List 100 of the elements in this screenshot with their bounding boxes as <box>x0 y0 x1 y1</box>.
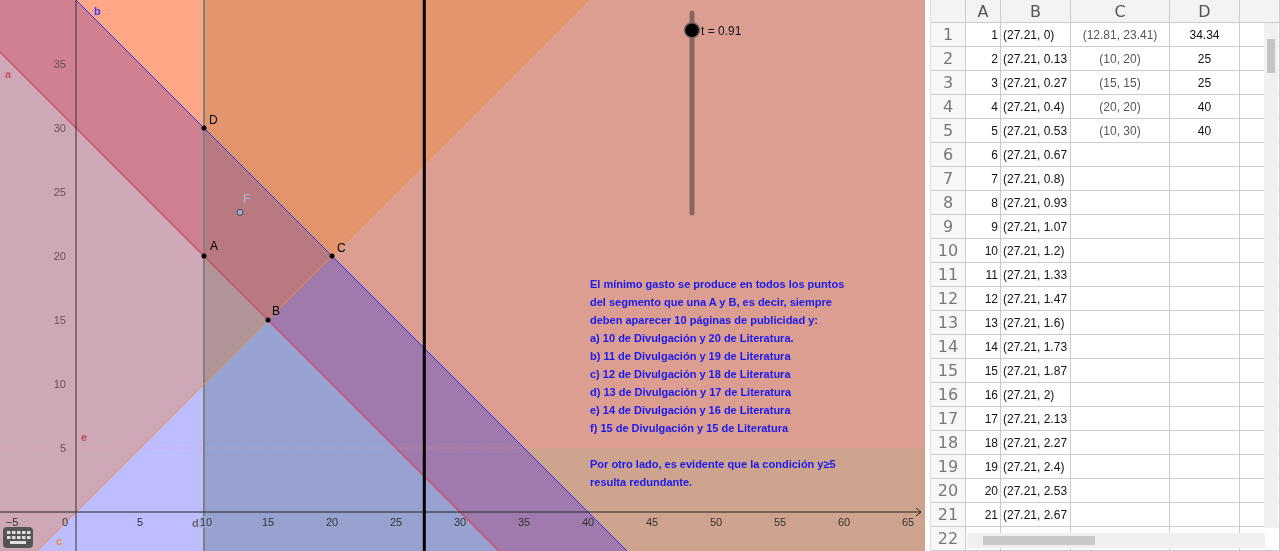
empty-cell <box>1170 455 1240 479</box>
table-cell: 14 <box>966 335 1001 359</box>
row-header[interactable]: 3 <box>931 71 966 95</box>
table-cell: (27.21, 0.67 <box>1001 143 1071 167</box>
table-cell: 17 <box>966 407 1001 431</box>
point-label: B <box>272 304 280 318</box>
empty-cell <box>1170 239 1240 263</box>
axis-tick-label: 65 <box>901 516 915 528</box>
table-cell: 19 <box>966 455 1001 479</box>
table-cell: 15 <box>966 359 1001 383</box>
table-cell: (27.21, 2.67 <box>1001 503 1071 527</box>
empty-cell <box>1170 479 1240 503</box>
empty-cell <box>1170 191 1240 215</box>
point-marker[interactable] <box>236 208 244 216</box>
table-cell: (27.21, 0.4) <box>1001 95 1071 119</box>
table-cell: (12.81, 23.41) <box>1071 23 1170 47</box>
keyboard-icon[interactable] <box>3 527 33 548</box>
table-cell: 1 <box>966 23 1001 47</box>
line-label: c <box>56 535 63 547</box>
axis-tick-label: 5 <box>136 516 144 528</box>
empty-cell <box>1170 287 1240 311</box>
table-cell: (27.21, 2) <box>1001 383 1071 407</box>
table-cell: (20, 20) <box>1071 95 1170 119</box>
table-cell: 11 <box>966 263 1001 287</box>
axis-tick-label: 5 <box>59 442 66 454</box>
row-header[interactable]: 1 <box>931 23 966 47</box>
point-marker[interactable] <box>201 253 207 259</box>
row-header[interactable]: 8 <box>931 191 966 215</box>
table-cell: 9 <box>966 215 1001 239</box>
note-text: del segmento que una A y B, es decir, siempre <box>590 296 832 308</box>
row-header[interactable]: 22 <box>931 527 966 551</box>
row-header[interactable]: 9 <box>931 215 966 239</box>
note-text: a) 10 de Divulgación y 20 de Literatura. <box>590 332 794 344</box>
horizontal-scrollbar[interactable] <box>967 533 1265 548</box>
table-cell: 8 <box>966 191 1001 215</box>
empty-cell <box>1170 335 1240 359</box>
row-header[interactable]: 18 <box>931 431 966 455</box>
slider-thumb[interactable] <box>683 21 701 39</box>
row-header[interactable]: 4 <box>931 95 966 119</box>
axis-tick-label: 30 <box>453 516 467 528</box>
row-header[interactable]: 2 <box>931 47 966 71</box>
axis-tick-label: 30 <box>53 122 66 134</box>
table-cell: (27.21, 2.27 <box>1001 431 1071 455</box>
axis-tick-label: 35 <box>517 516 531 528</box>
note-text: b) 11 de Divulgación y 19 de Literatura <box>590 350 791 362</box>
table-cell: (27.21, 2.53 <box>1001 479 1071 503</box>
table-cell: 7 <box>966 167 1001 191</box>
row-header[interactable]: 14 <box>931 335 966 359</box>
note-text: f) 15 de Divulgación y 15 de Literatura <box>590 422 789 434</box>
axis-tick-label: 20 <box>53 250 66 262</box>
axis-tick-label: 25 <box>53 186 66 198</box>
table-cell: (27.21, 1.07 <box>1001 215 1071 239</box>
table-cell: (27.21, 1.73 <box>1001 335 1071 359</box>
point-marker[interactable] <box>201 125 207 131</box>
table-cell: 16 <box>966 383 1001 407</box>
line-label: e <box>81 431 88 443</box>
row-header[interactable]: 5 <box>931 119 966 143</box>
column-header[interactable]: C <box>1071 0 1170 23</box>
row-header[interactable]: 17 <box>931 407 966 431</box>
row-header[interactable]: 13 <box>931 311 966 335</box>
row-header[interactable]: 11 <box>931 263 966 287</box>
table-cell: 20 <box>966 479 1001 503</box>
line-label: b <box>94 5 101 17</box>
column-header[interactable]: A <box>966 0 1001 23</box>
row-header[interactable]: 7 <box>931 167 966 191</box>
note-text: El mínimo gasto se produce en todos los puntos <box>590 278 845 290</box>
axis-tick-label: 45 <box>645 516 659 528</box>
axis-tick-label: 35 <box>53 58 66 70</box>
point-marker[interactable] <box>329 253 335 259</box>
row-header[interactable]: 19 <box>931 455 966 479</box>
table-cell: 3 <box>966 71 1001 95</box>
row-header[interactable]: 12 <box>931 287 966 311</box>
vertical-scrollbar[interactable] <box>1264 23 1278 528</box>
note-text: e) 14 de Divulgación y 16 de Literatura <box>590 404 791 416</box>
table-cell: (27.21, 1.87 <box>1001 359 1071 383</box>
table-cell: 18 <box>966 431 1001 455</box>
point-marker[interactable] <box>265 317 271 323</box>
column-header[interactable]: B <box>1001 0 1071 23</box>
table-cell: 21 <box>966 503 1001 527</box>
slider-label: t = 0.91 <box>701 23 742 38</box>
table-cell: 34.34 <box>1170 23 1240 47</box>
table-cell: 25 <box>1170 47 1240 71</box>
row-header[interactable]: 20 <box>931 479 966 503</box>
row-header[interactable]: 15 <box>931 359 966 383</box>
table-cell: 2 <box>966 47 1001 71</box>
row-header[interactable]: 10 <box>931 239 966 263</box>
row-header[interactable]: 16 <box>931 383 966 407</box>
table-cell: 12 <box>966 287 1001 311</box>
table-cell: 25 <box>1170 71 1240 95</box>
row-header[interactable]: 6 <box>931 143 966 167</box>
axis-tick-label: 60 <box>837 516 851 528</box>
empty-cell <box>1170 167 1240 191</box>
axis-tick-label: 20 <box>325 516 339 528</box>
point-label: A <box>210 239 218 253</box>
row-header[interactable]: 21 <box>931 503 966 527</box>
empty-cell <box>1170 215 1240 239</box>
column-header[interactable]: D <box>1170 0 1240 23</box>
table-cell: 10 <box>966 239 1001 263</box>
table-cell: (27.21, 1.33 <box>1001 263 1071 287</box>
empty-cell <box>1170 143 1240 167</box>
